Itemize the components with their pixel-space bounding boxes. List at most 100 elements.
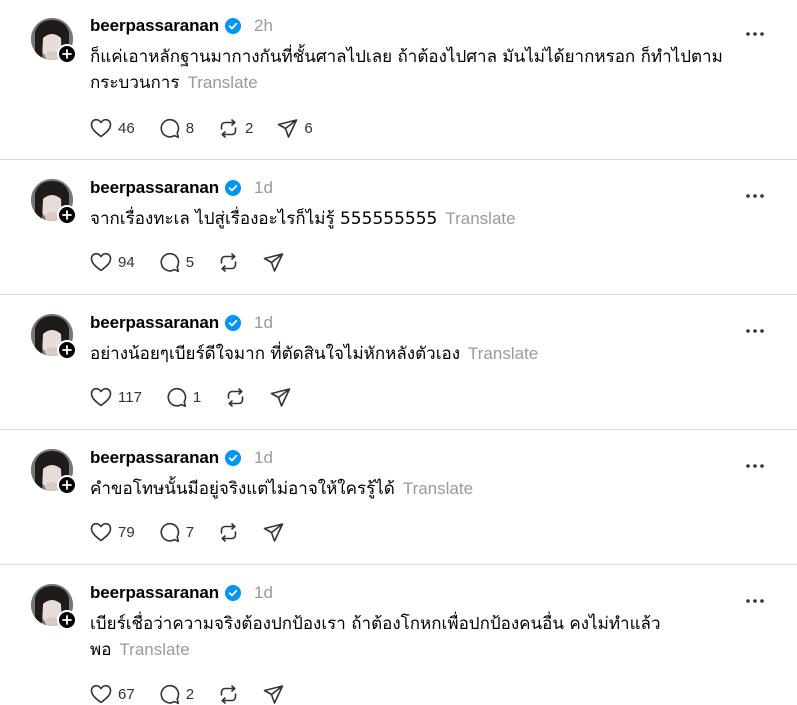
post-text: ก็แค่เอาหลักฐานมากางกันที่ชั้นศาลไปเลย ถ…	[90, 44, 770, 96]
comment-icon	[160, 684, 179, 704]
reply-count: 8	[185, 119, 195, 137]
post-time[interactable]: 2h	[254, 16, 273, 36]
repost-button[interactable]	[218, 522, 239, 543]
share-icon	[270, 387, 291, 407]
avatar[interactable]	[31, 584, 77, 630]
post-time[interactable]: 1d	[254, 178, 273, 198]
follow-plus-icon[interactable]	[57, 340, 77, 360]
share-icon	[278, 118, 298, 138]
post-text: เบียร์เชื่อว่าความจริงต้องปกป้องเรา ถ้าต…	[90, 611, 770, 663]
repost-button[interactable]	[225, 387, 246, 408]
avatar[interactable]	[31, 449, 77, 495]
like-button[interactable]: 46	[90, 118, 135, 138]
comment-icon	[160, 118, 179, 138]
post-text-line: เบียร์เชื่อว่าความจริงต้องปกป้องเรา ถ้าต…	[90, 614, 661, 634]
repost-count: 2	[245, 119, 254, 137]
post[interactable]: beerpassaranan 1d คำขอโทษนั้นมีอยู่จริงแ…	[0, 430, 797, 565]
username[interactable]: beerpassaranan	[90, 16, 219, 36]
more-icon[interactable]	[745, 24, 765, 36]
translate-link[interactable]: Translate	[187, 73, 257, 92]
post-text-line: ก็แค่เอาหลักฐานมากางกันที่ชั้นศาลไปเลย ถ…	[90, 47, 723, 67]
comment-icon	[160, 522, 179, 542]
reply-button[interactable]: 8	[159, 118, 194, 139]
post-text: อย่างน้อยๆเบียร์ดีใจมาก ที่ตัดสินใจไม่หั…	[90, 341, 770, 367]
verified-icon	[225, 18, 242, 34]
translate-link[interactable]: Translate	[468, 344, 538, 363]
repost-icon	[220, 252, 237, 272]
reply-button[interactable]: 2	[159, 684, 194, 705]
verified-icon	[225, 450, 242, 466]
repost-button[interactable]	[218, 252, 239, 273]
heart-icon	[90, 252, 112, 272]
repost-icon	[220, 684, 237, 704]
follow-plus-icon[interactable]	[57, 44, 77, 64]
post[interactable]: beerpassaranan 2h ก็แค่เอาหลักฐานมากางกั…	[0, 0, 797, 160]
repost-icon	[220, 118, 237, 138]
comment-icon	[160, 252, 179, 272]
post[interactable]: beerpassaranan 1d เบียร์เชื่อว่าความจริง…	[0, 565, 797, 705]
repost-icon	[227, 387, 244, 407]
follow-plus-icon[interactable]	[57, 610, 77, 630]
share-button[interactable]	[263, 522, 284, 543]
more-icon[interactable]	[745, 456, 765, 468]
post-text-line: อย่างน้อยๆเบียร์ดีใจมาก ที่ตัดสินใจไม่หั…	[90, 344, 461, 364]
share-button[interactable]	[263, 252, 284, 273]
share-button[interactable]	[270, 387, 291, 408]
repost-button[interactable]	[218, 684, 239, 705]
post-text-line: จากเรื่องทะเล ไปสู่เรื่องอะไรก็ไม่รู้ 55…	[90, 209, 438, 229]
share-icon	[263, 252, 284, 272]
reply-button[interactable]: 7	[159, 522, 194, 543]
like-button[interactable]: 67	[90, 684, 135, 704]
more-icon[interactable]	[745, 321, 765, 333]
follow-plus-icon[interactable]	[57, 475, 77, 495]
reply-count: 5	[185, 253, 195, 271]
verified-icon	[225, 180, 242, 196]
like-count: 117	[118, 388, 142, 406]
more-icon[interactable]	[745, 186, 765, 198]
avatar[interactable]	[31, 18, 77, 64]
threads-feed: beerpassaranan 2h ก็แค่เอาหลักฐานมากางกั…	[0, 0, 797, 705]
reply-button[interactable]: 1	[166, 387, 201, 408]
post-text-line: กระบวนการ	[90, 73, 180, 93]
like-count: 79	[118, 523, 135, 541]
heart-icon	[90, 387, 112, 407]
avatar[interactable]	[31, 314, 77, 360]
translate-link[interactable]: Translate	[445, 209, 515, 228]
more-icon[interactable]	[745, 591, 765, 603]
heart-icon	[90, 118, 112, 138]
follow-plus-icon[interactable]	[57, 205, 77, 225]
reply-count: 7	[185, 523, 195, 541]
share-button[interactable]: 6	[277, 118, 313, 139]
username[interactable]: beerpassaranan	[90, 583, 219, 603]
post-text: จากเรื่องทะเล ไปสู่เรื่องอะไรก็ไม่รู้ 55…	[90, 206, 770, 232]
username[interactable]: beerpassaranan	[90, 448, 219, 468]
verified-icon	[225, 315, 242, 331]
share-button[interactable]	[263, 684, 284, 705]
like-count: 46	[118, 119, 135, 137]
translate-link[interactable]: Translate	[119, 640, 189, 659]
post-text: คำขอโทษนั้นมีอยู่จริงแต่ไม่อาจให้ใครรู้ไ…	[90, 476, 770, 502]
like-button[interactable]: 117	[90, 387, 142, 407]
reply-button[interactable]: 5	[159, 252, 194, 273]
share-icon	[263, 522, 284, 542]
reply-count: 1	[192, 388, 202, 406]
like-button[interactable]: 94	[90, 252, 135, 272]
post-time[interactable]: 1d	[254, 448, 273, 468]
post[interactable]: beerpassaranan 1d จากเรื่องทะเล ไปสู่เรื…	[0, 160, 797, 295]
username[interactable]: beerpassaranan	[90, 313, 219, 333]
repost-button[interactable]: 2	[218, 118, 253, 139]
post-time[interactable]: 1d	[254, 583, 273, 603]
post[interactable]: beerpassaranan 1d อย่างน้อยๆเบียร์ดีใจมา…	[0, 295, 797, 430]
translate-link[interactable]: Translate	[403, 479, 473, 498]
share-count: 6	[304, 119, 313, 137]
post-time[interactable]: 1d	[254, 313, 273, 333]
username[interactable]: beerpassaranan	[90, 178, 219, 198]
repost-icon	[220, 522, 237, 542]
like-button[interactable]: 79	[90, 522, 135, 542]
post-text-line: คำขอโทษนั้นมีอยู่จริงแต่ไม่อาจให้ใครรู้ไ…	[90, 479, 395, 499]
share-icon	[263, 684, 284, 704]
avatar[interactable]	[31, 179, 77, 225]
like-count: 94	[118, 253, 135, 271]
post-text-line: พอ	[90, 640, 112, 660]
like-count: 67	[118, 685, 135, 703]
